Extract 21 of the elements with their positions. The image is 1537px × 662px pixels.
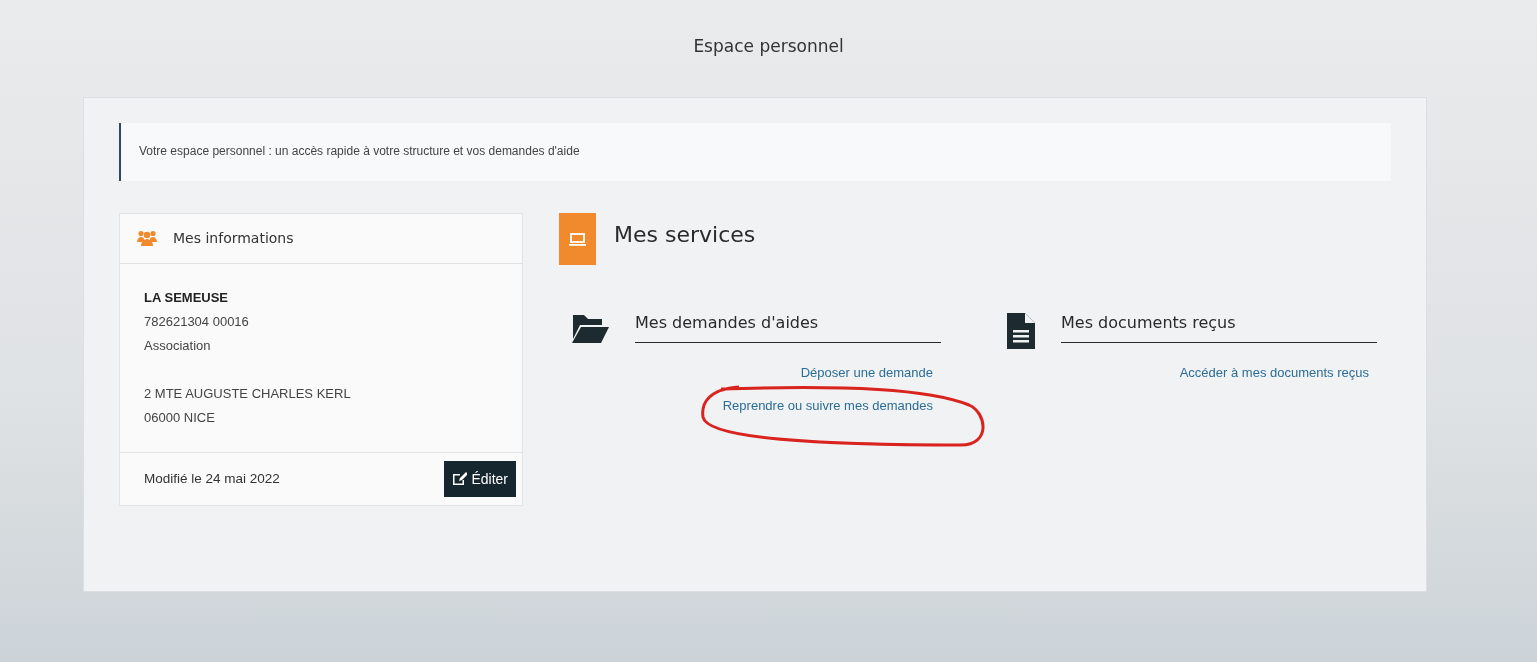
service-link[interactable]: Déposer une demande bbox=[800, 365, 933, 380]
organization-type: Association bbox=[144, 337, 211, 353]
document-icon bbox=[1007, 313, 1035, 349]
card-title: Mes informations bbox=[173, 230, 294, 247]
folder-icon bbox=[571, 313, 609, 345]
service-title: Mes demandes d'aides bbox=[635, 305, 941, 343]
address-line: 2 MTE AUGUSTE CHARLES KERL bbox=[144, 385, 351, 401]
page-title: Espace personnel bbox=[692, 35, 845, 58]
service-title: Mes documents reçus bbox=[1061, 305, 1377, 343]
section-title: Mes services bbox=[614, 221, 756, 247]
siret-number: 782621304 00016 bbox=[144, 313, 249, 329]
address-line: 06000 NICE bbox=[144, 409, 215, 425]
service-link[interactable]: Accéder à mes documents reçus bbox=[1179, 365, 1369, 380]
edit-icon bbox=[452, 472, 468, 486]
service-link[interactable]: Reprendre ou suivre mes demandes bbox=[722, 398, 933, 413]
modified-date: Modifié le 24 mai 2022 bbox=[144, 471, 280, 487]
organization-name: LA SEMEUSE bbox=[144, 289, 229, 305]
edit-button[interactable]: Éditer bbox=[444, 460, 516, 497]
laptop-icon bbox=[559, 213, 596, 265]
people-icon bbox=[137, 230, 157, 247]
info-banner: Votre espace personnel : un accès rapide à votre structure et vos demandes d'aide bbox=[119, 123, 1391, 181]
